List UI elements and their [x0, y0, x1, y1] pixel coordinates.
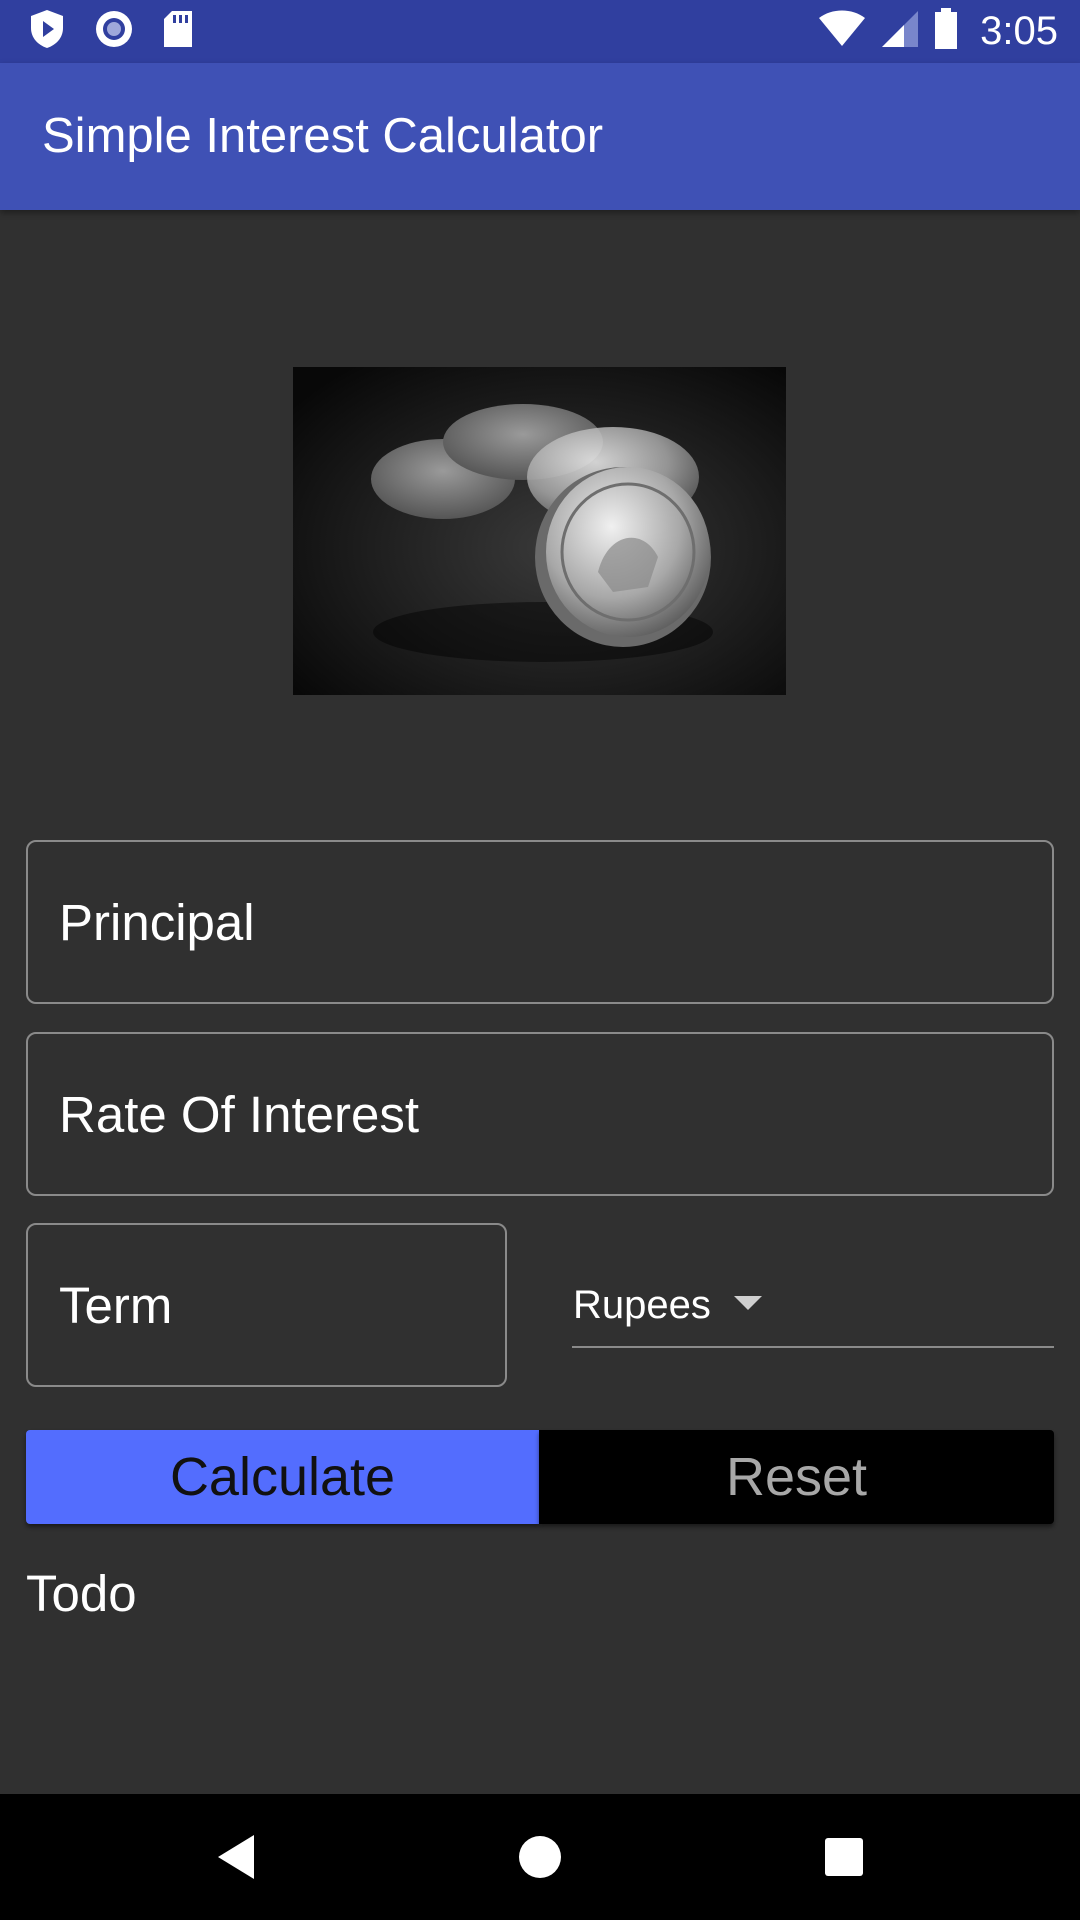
- currency-selected-value: Rupees: [573, 1282, 711, 1327]
- page-title: Simple Interest Calculator: [42, 109, 604, 163]
- dropdown-arrow-icon: [734, 1296, 762, 1310]
- status-time: 3:05: [980, 9, 1058, 53]
- calculate-button[interactable]: Calculate: [26, 1430, 539, 1524]
- battery-icon: [934, 8, 958, 55]
- cell-signal-icon: [880, 9, 920, 54]
- back-icon[interactable]: [176, 1794, 296, 1920]
- recents-icon[interactable]: [784, 1794, 904, 1920]
- navigation-bar: [0, 1794, 1080, 1920]
- result-text: Todo: [26, 1565, 137, 1622]
- rate-of-interest-hint: Rate Of Interest: [59, 1085, 419, 1143]
- wifi-icon: [818, 10, 866, 53]
- principal-hint: Principal: [59, 893, 255, 951]
- principal-field[interactable]: Principal: [26, 840, 1054, 1004]
- term-field[interactable]: Term: [26, 1223, 507, 1387]
- currency-spinner[interactable]: Rupees: [572, 1268, 1054, 1348]
- rate-of-interest-field[interactable]: Rate Of Interest: [26, 1032, 1054, 1196]
- app-screen: 3:05 Simple Interest Calculator Principa…: [0, 0, 1080, 1920]
- reset-button[interactable]: Reset: [539, 1430, 1054, 1524]
- circle-notification-icon: [94, 9, 134, 54]
- coins-image: [293, 367, 786, 695]
- status-right-icons: 3:05: [818, 0, 1058, 63]
- sd-card-icon: [162, 9, 194, 54]
- play-protect-icon: [28, 8, 66, 55]
- term-hint: Term: [59, 1276, 173, 1334]
- status-left-icons: [28, 0, 194, 63]
- status-bar: 3:05: [0, 0, 1080, 63]
- app-bar: Simple Interest Calculator: [0, 63, 1080, 210]
- home-icon[interactable]: [480, 1794, 600, 1920]
